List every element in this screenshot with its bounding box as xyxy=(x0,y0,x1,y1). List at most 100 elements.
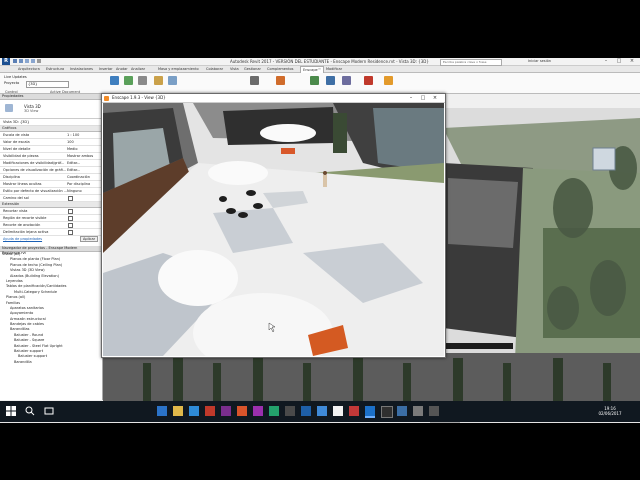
prop-key: Modificaciones de visibilidad/gráf... xyxy=(3,161,65,165)
views-icon[interactable] xyxy=(154,76,163,85)
undo-icon[interactable] xyxy=(25,59,29,63)
start-enscape-icon[interactable] xyxy=(110,76,119,85)
video-icon[interactable] xyxy=(276,76,285,85)
app-icon[interactable] xyxy=(317,406,327,416)
enscape-render-view[interactable] xyxy=(103,103,444,356)
app-icon[interactable] xyxy=(269,406,279,416)
pause-icon[interactable] xyxy=(138,76,147,85)
sign-in-link[interactable]: Iniciar sesión xyxy=(528,59,551,63)
explorer-icon[interactable] xyxy=(173,406,183,416)
revit-icon[interactable] xyxy=(301,406,311,416)
app-icon[interactable] xyxy=(397,406,407,416)
tab-masa[interactable]: Masa y emplazamiento xyxy=(158,66,199,72)
feedback-icon[interactable] xyxy=(384,76,393,85)
windows-taskbar: 19:16 02/06/2017 xyxy=(0,401,640,422)
tab-estructura[interactable]: Estructura xyxy=(46,66,64,72)
tab-vista[interactable]: Vista xyxy=(230,66,239,72)
project-label: Proyecto xyxy=(4,81,20,85)
render-icon[interactable] xyxy=(168,76,177,85)
checkbox[interactable] xyxy=(68,223,73,228)
print-icon[interactable] xyxy=(37,59,41,63)
instance-selector[interactable]: Vista 3D: {3D} xyxy=(0,119,102,126)
app-icon[interactable] xyxy=(429,406,439,416)
close-icon[interactable]: × xyxy=(626,58,638,65)
sync-icon[interactable] xyxy=(124,76,133,85)
open-icon[interactable] xyxy=(13,59,17,63)
prop-row[interactable]: Valor de escala 100 xyxy=(0,139,102,146)
enscape-close-icon[interactable]: × xyxy=(430,94,440,102)
search-input[interactable]: Escriba palabra clave o frase xyxy=(440,59,502,66)
app-icon[interactable] xyxy=(221,406,231,416)
prop-row[interactable]: Opciones de visualización de gráfi... Edi… xyxy=(0,167,102,174)
tab-anotar[interactable]: Anotar xyxy=(116,66,128,72)
app-icon[interactable] xyxy=(237,406,247,416)
prop-row[interactable]: Región de recorte visible xyxy=(0,215,102,222)
revit-logo-icon[interactable]: R xyxy=(2,58,10,65)
prop-key: Visibilidad de piezas xyxy=(3,154,39,158)
type-selector[interactable]: Vista 3D 3D View xyxy=(0,100,102,119)
checkbox[interactable] xyxy=(68,196,73,201)
prop-key: Escala de vista xyxy=(3,133,30,137)
checkbox[interactable] xyxy=(68,216,73,221)
prop-row[interactable]: Modificaciones de visibilidad/gráf... Edi… xyxy=(0,160,102,167)
windows-icon[interactable] xyxy=(6,406,16,416)
prop-key: Nivel de detalle xyxy=(3,147,31,151)
app-icon[interactable] xyxy=(285,406,295,416)
prop-row[interactable]: Mostrar líneas ocultas Por disciplina xyxy=(0,181,102,188)
tab-arquitectura[interactable]: Arquitectura xyxy=(18,66,40,72)
store-icon[interactable] xyxy=(189,406,199,416)
tab-insertar[interactable]: Insertar xyxy=(99,66,113,72)
app-icon[interactable] xyxy=(413,406,423,416)
app-icon[interactable] xyxy=(205,406,215,416)
prop-row[interactable]: Delimitación lejana activa xyxy=(0,229,102,236)
redo-icon[interactable] xyxy=(31,59,35,63)
settings-icon[interactable] xyxy=(326,76,335,85)
graphics-rows: Escala de vista 1 : 100 Valor de escala 10… xyxy=(0,132,102,202)
clock-date: 02/06/2017 xyxy=(598,411,622,416)
enscape-maximize-icon[interactable]: □ xyxy=(418,94,428,102)
enscape-icon[interactable] xyxy=(365,406,375,418)
maximize-icon[interactable]: □ xyxy=(613,58,625,65)
tab-instalaciones[interactable]: Instalaciones xyxy=(70,66,93,72)
app-icon[interactable] xyxy=(349,406,359,416)
tab-analizar[interactable]: Analizar xyxy=(131,66,145,72)
edge-icon[interactable] xyxy=(157,406,167,416)
app-icon[interactable] xyxy=(253,406,263,416)
about-icon[interactable] xyxy=(364,76,373,85)
prop-row[interactable]: Recorte de anotación xyxy=(0,222,102,229)
desktop-screen: R Autodesk Revit 2017 - VERSIÓN DEL ESTU… xyxy=(0,58,640,423)
tree-item[interactable]: Barandilla xyxy=(2,360,102,365)
tab-modificar[interactable]: Modificar xyxy=(326,66,342,72)
prop-row[interactable]: Camino del sol xyxy=(0,195,102,202)
task-view-icon[interactable] xyxy=(44,406,54,416)
visual-settings-icon[interactable] xyxy=(342,76,351,85)
tab-enscape[interactable]: Enscape™ xyxy=(300,66,325,73)
prop-value: Editar... xyxy=(67,161,81,165)
view-dropdown[interactable]: {3D} xyxy=(26,81,69,88)
save-icon[interactable] xyxy=(19,59,23,63)
camera-icon[interactable] xyxy=(250,76,259,85)
prop-row[interactable]: Visibilidad de piezas Mostrar ambos xyxy=(0,153,102,160)
enscape-minimize-icon[interactable]: – xyxy=(406,94,416,102)
prop-row[interactable]: Estilo por defecto de visualización ... N… xyxy=(0,188,102,195)
tab-gestionar[interactable]: Gestionar xyxy=(244,66,261,72)
enscape-window[interactable]: Enscape 1.9.3 - View {3D} – □ × xyxy=(101,93,446,358)
prop-row[interactable]: Recortar vista xyxy=(0,208,102,215)
prop-row[interactable]: Escala de vista 1 : 100 xyxy=(0,132,102,139)
checkbox[interactable] xyxy=(68,230,73,235)
tab-complementos[interactable]: Complementos xyxy=(267,66,293,72)
chrome-icon[interactable] xyxy=(333,406,343,416)
prop-row[interactable]: Nivel de detalle Medio xyxy=(0,146,102,153)
apply-button[interactable]: Aplicar xyxy=(80,236,99,242)
clock[interactable]: 19:16 02/06/2017 xyxy=(593,406,627,416)
prop-key: Valor de escala xyxy=(3,140,30,144)
enscape-title: Enscape 1.9.3 - View {3D} xyxy=(112,95,166,100)
prop-row[interactable]: Disciplina Coordinación xyxy=(0,174,102,181)
checkbox[interactable] xyxy=(68,209,73,214)
search-icon[interactable] xyxy=(25,406,35,416)
app-icon[interactable] xyxy=(381,406,393,418)
export-icon[interactable] xyxy=(310,76,319,85)
minimize-icon[interactable]: – xyxy=(600,58,612,65)
properties-help-link[interactable]: Ayuda de propiedades xyxy=(3,237,42,241)
tab-colaborar[interactable]: Colaborar xyxy=(206,66,223,72)
